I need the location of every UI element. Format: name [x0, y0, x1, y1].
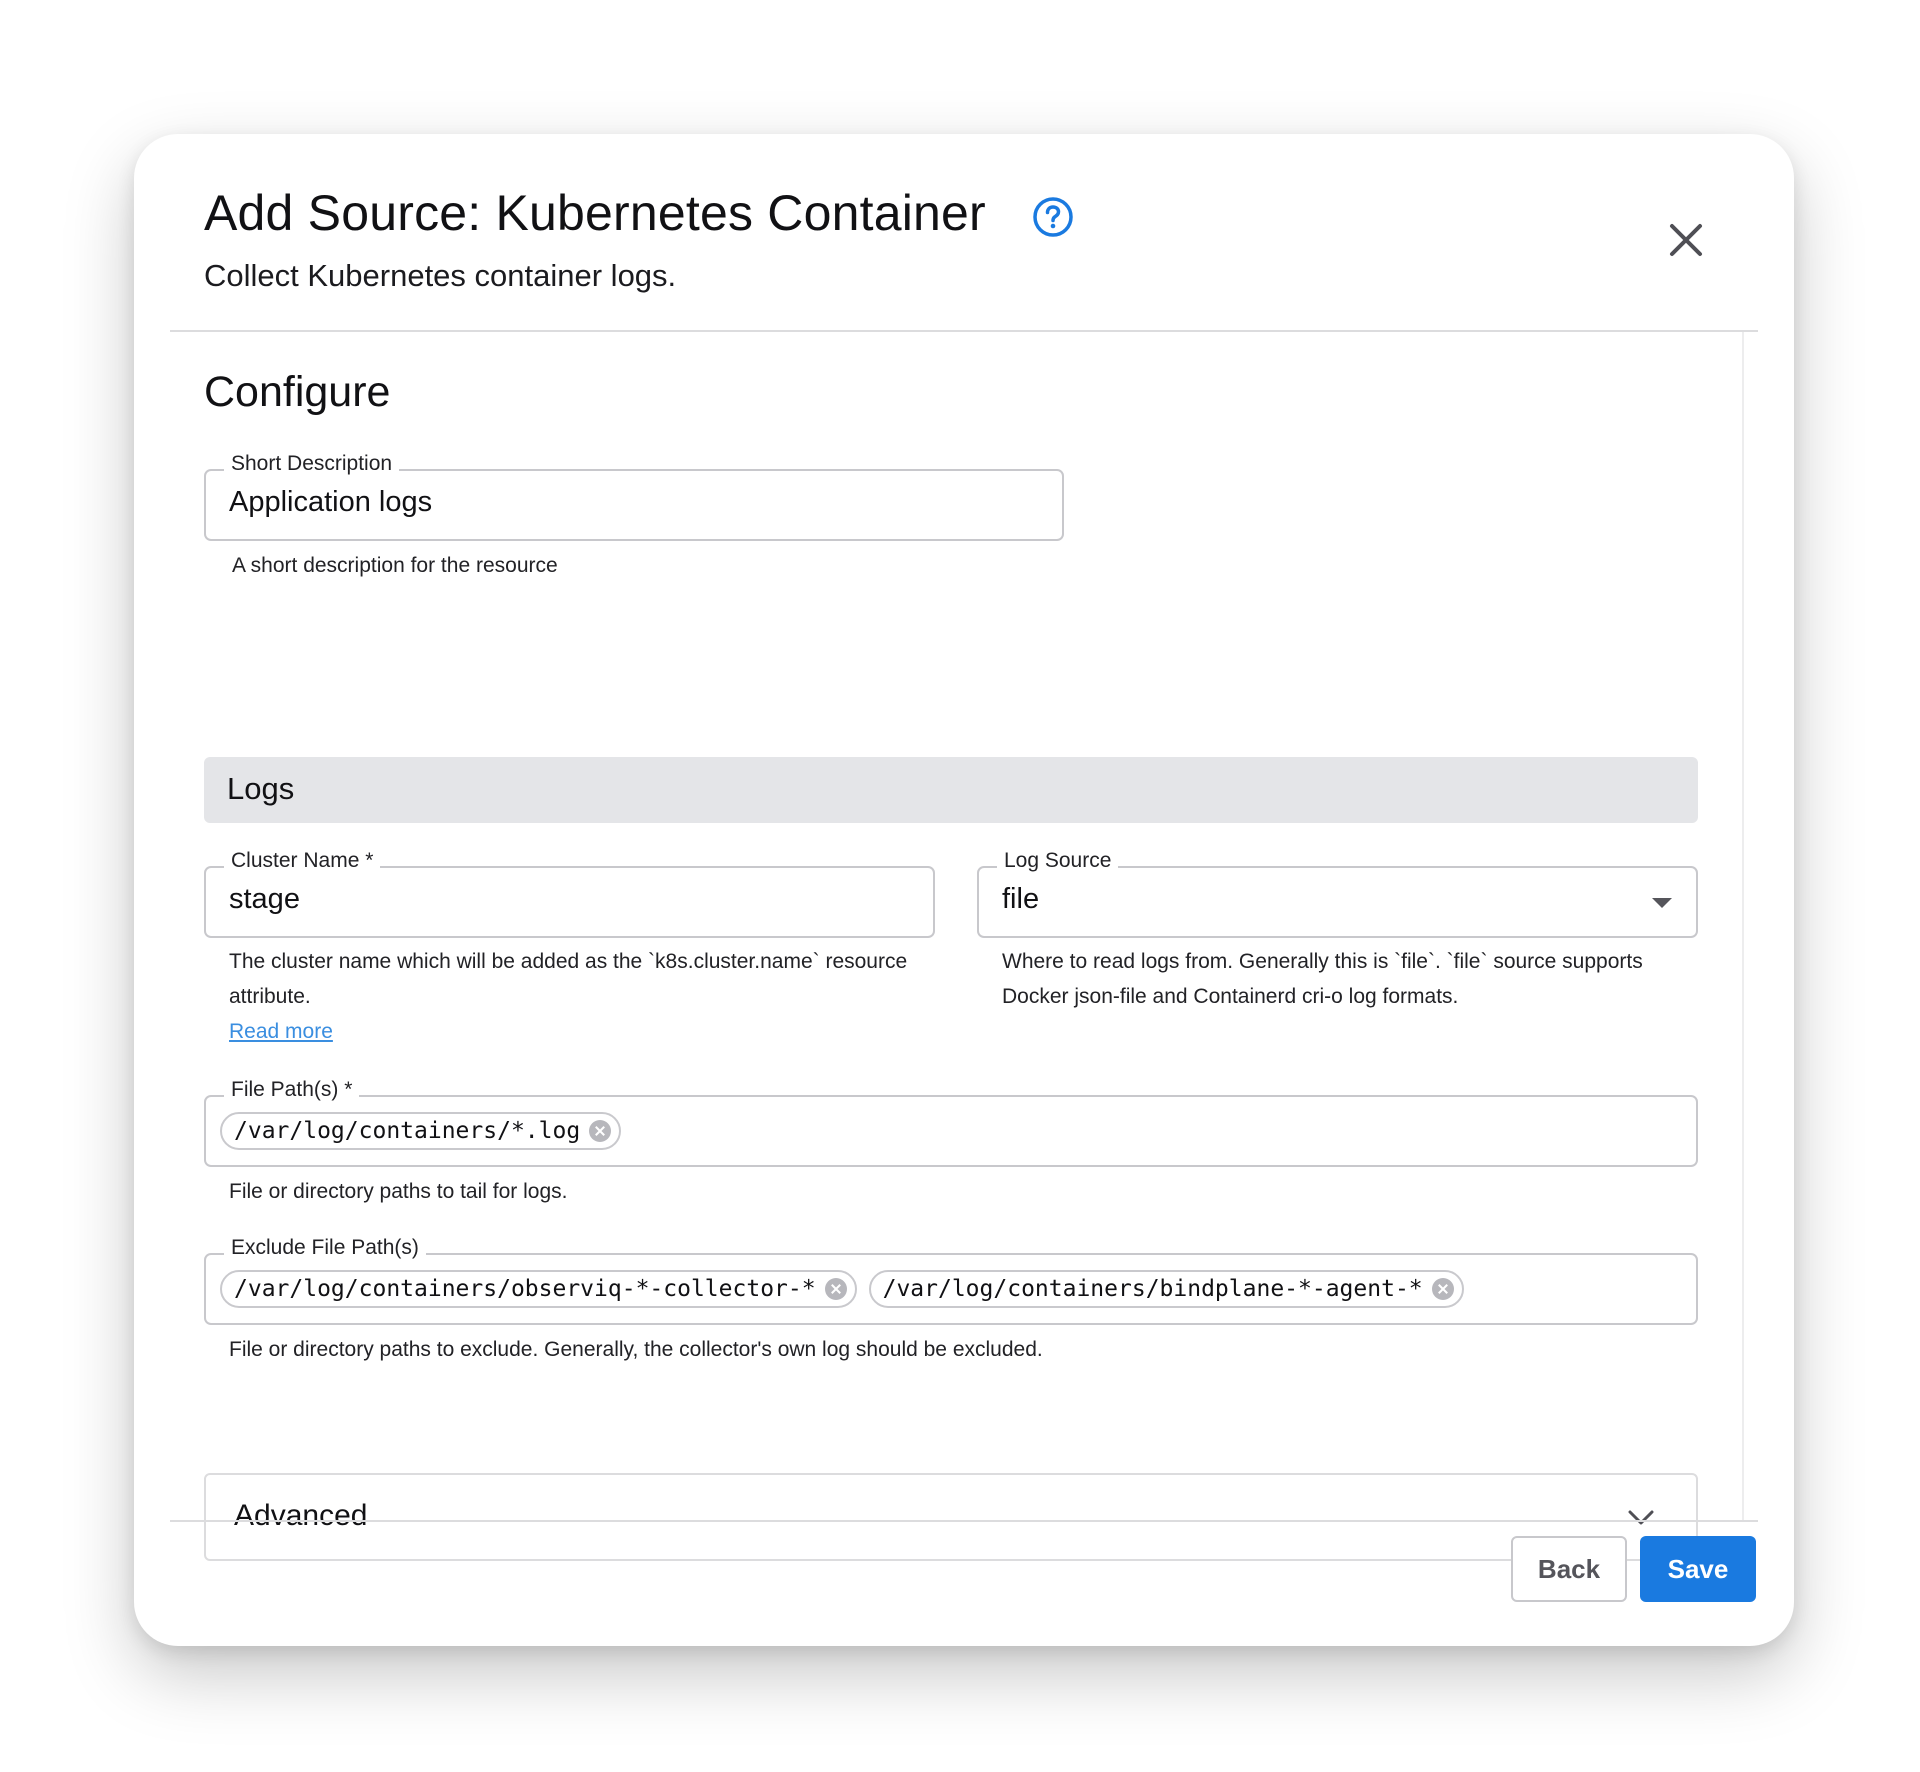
exclude-path-chip-text: /var/log/containers/observiq-*-collector…	[234, 1276, 816, 1302]
exclude-path-chip-text: /var/log/containers/bindplane-*-agent-*	[882, 1276, 1423, 1302]
cluster-name-value: stage	[229, 883, 300, 915]
short-description-value: Application logs	[229, 486, 433, 518]
exclude-file-paths-chips: /var/log/containers/observiq-*-collector…	[220, 1270, 1464, 1308]
dialog-content: Configure Short Description Application …	[134, 332, 1794, 1561]
log-source-helper: Where to read logs from. Generally this …	[1002, 950, 1643, 1008]
remove-chip-icon[interactable]	[824, 1278, 847, 1300]
scrollbar[interactable]	[1742, 332, 1756, 1522]
advanced-label: Advanced	[234, 1499, 368, 1532]
file-paths-label: File Path(s) *	[224, 1078, 360, 1102]
file-path-chip[interactable]: /var/log/containers/*.log	[220, 1112, 622, 1150]
dialog-subtitle: Collect Kubernetes container logs.	[204, 258, 677, 293]
logs-section-title: Logs	[227, 771, 295, 806]
back-button[interactable]: Back	[1511, 1536, 1627, 1602]
dialog-title: Add Source: Kubernetes Container	[204, 185, 986, 241]
question-circle-icon[interactable]	[1032, 196, 1074, 238]
read-more-link[interactable]: Read more	[229, 1020, 333, 1043]
footer-divider	[170, 1520, 1758, 1522]
log-source-label: Log Source	[997, 849, 1119, 873]
exclude-path-chip[interactable]: /var/log/containers/observiq-*-collector…	[220, 1270, 857, 1308]
short-description-field[interactable]: Short Description Application logs	[204, 452, 1064, 541]
short-description-helper: A short description for the resource	[232, 554, 558, 577]
exclude-file-paths-label: Exclude File Path(s)	[224, 1236, 426, 1260]
chevron-down-icon	[1628, 1510, 1654, 1525]
file-paths-helper: File or directory paths to tail for logs…	[229, 1180, 568, 1203]
cluster-name-field[interactable]: Cluster Name * stage	[204, 849, 935, 938]
file-path-chip-text: /var/log/containers/*.log	[234, 1118, 581, 1144]
logs-section-header: Logs	[204, 757, 1698, 823]
log-source-select[interactable]: Log Source file	[977, 849, 1698, 938]
cluster-name-helper: The cluster name which will be added as …	[229, 944, 909, 1049]
add-source-dialog: Add Source: Kubernetes Container Collect…	[134, 134, 1794, 1646]
file-paths-field[interactable]: File Path(s) * /var/log/containers/*.log	[204, 1078, 1698, 1167]
exclude-path-chip[interactable]: /var/log/containers/bindplane-*-agent-*	[868, 1270, 1464, 1308]
configure-heading: Configure	[204, 368, 391, 416]
dialog-header: Add Source: Kubernetes Container Collect…	[134, 134, 1794, 332]
file-paths-chips: /var/log/containers/*.log	[220, 1112, 622, 1150]
log-source-value: file	[1002, 883, 1040, 915]
advanced-accordion[interactable]: Advanced	[204, 1473, 1698, 1561]
save-button[interactable]: Save	[1640, 1536, 1756, 1602]
short-description-label: Short Description	[224, 452, 400, 476]
exclude-file-paths-field[interactable]: Exclude File Path(s) /var/log/containers…	[204, 1236, 1698, 1325]
cluster-name-helper-text: The cluster name which will be added as …	[229, 950, 908, 1008]
remove-chip-icon[interactable]	[1431, 1278, 1454, 1300]
remove-chip-icon[interactable]	[589, 1120, 612, 1142]
cluster-name-label: Cluster Name *	[224, 849, 381, 873]
close-icon[interactable]	[1666, 220, 1706, 260]
dropdown-arrow-icon	[1652, 898, 1672, 908]
exclude-file-paths-helper: File or directory paths to exclude. Gene…	[229, 1338, 1043, 1361]
